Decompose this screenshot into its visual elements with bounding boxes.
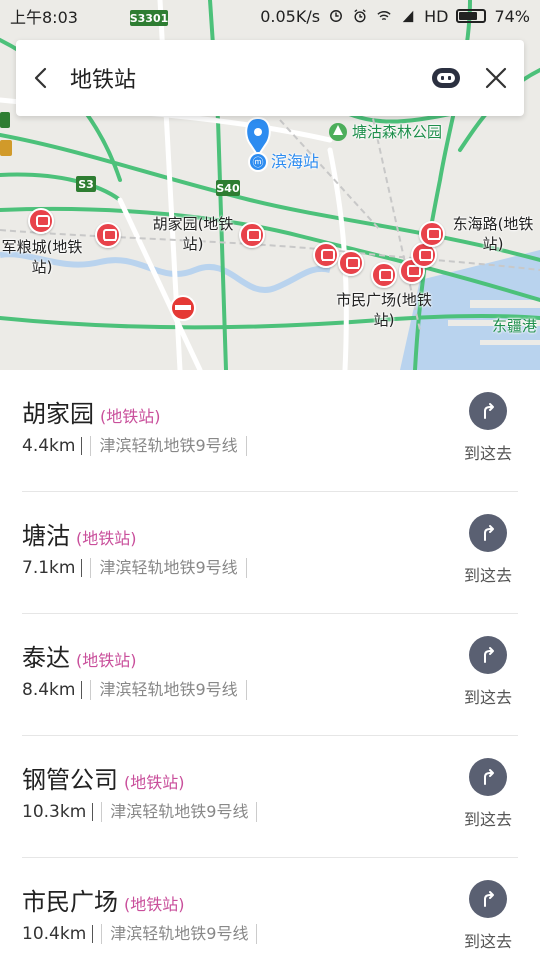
go-there-label: 到这去 (463, 932, 512, 951)
result-item[interactable]: 钢管公司 (地铁站) 10.3km 津滨轻轨地铁9号线 到这去 (0, 736, 540, 858)
metro-line: 津滨轻轨地铁9号线 (101, 802, 258, 822)
go-there-label: 到这去 (463, 444, 512, 463)
alarm-icon (354, 9, 366, 23)
route-icon (469, 392, 507, 430)
battery-icon (456, 9, 487, 23)
station-name: 胡家园 (22, 400, 94, 428)
station-tag: (地铁站) (76, 651, 137, 670)
station-distance: 4.4km (22, 436, 76, 456)
map-label-park: 塘沽森林公园 (352, 123, 443, 141)
status-time: 上午8:03 (10, 8, 78, 27)
shield-s3-label: S3 (78, 178, 94, 191)
station-name: 泰达 (22, 644, 70, 672)
go-there-button[interactable]: 到这去 (458, 636, 518, 708)
sync-icon (330, 10, 343, 22)
station-distance: 7.1km (22, 558, 76, 578)
chevron-left-icon (34, 67, 47, 89)
metro-station-icon[interactable] (95, 222, 121, 248)
go-there-button[interactable]: 到这去 (458, 392, 518, 464)
metro-station-icon[interactable] (28, 208, 54, 234)
map-label-binhai: 滨海站 (271, 152, 320, 171)
divider (92, 803, 94, 821)
close-button[interactable] (468, 40, 524, 116)
wifi-icon (377, 11, 391, 21)
station-tag: (地铁站) (100, 407, 161, 426)
status-speed: 0.05K/s (260, 6, 321, 26)
station-name: 市民广场 (22, 888, 118, 916)
map-label-dongjiang: 东疆港 (492, 317, 538, 335)
robot-icon (432, 68, 460, 88)
signal-icon (402, 10, 414, 23)
station-tag: (地铁站) (76, 529, 137, 548)
divider (92, 925, 94, 943)
divider (81, 681, 83, 699)
go-there-button[interactable]: 到这去 (458, 880, 518, 952)
metro-station-icon[interactable] (371, 262, 397, 288)
metro-station-icon[interactable] (419, 221, 445, 247)
metro-station-icon[interactable] (338, 250, 364, 276)
station-tag: (地铁站) (124, 895, 185, 914)
divider (81, 437, 83, 455)
metro-line: 津滨轻轨地铁9号线 (90, 558, 247, 578)
map-label-hujiayuan: 胡家园(地铁站) (152, 215, 234, 253)
result-item[interactable]: 塘沽 (地铁站) 7.1km 津滨轻轨地铁9号线 到这去 (0, 492, 540, 614)
close-icon (485, 67, 507, 89)
shield-s40-label: S40 (216, 182, 240, 195)
result-item[interactable]: 泰达 (地铁站) 8.4km 津滨轻轨地铁9号线 到这去 (0, 614, 540, 736)
search-bar: 地铁站 (16, 40, 524, 116)
metro-line: 津滨轻轨地铁9号线 (90, 680, 247, 700)
station-name: 塘沽 (22, 522, 70, 550)
route-icon (469, 636, 507, 674)
station-name: 钢管公司 (22, 766, 118, 794)
result-item[interactable]: 胡家园 (地铁站) 4.4km 津滨轻轨地铁9号线 到这去 (0, 370, 540, 492)
svg-text:ⓜ: ⓜ (253, 156, 264, 169)
map-label-shiminguangchang: 市民广场(地铁站) (336, 291, 432, 329)
metro-line: 津滨轻轨地铁9号线 (101, 924, 258, 944)
station-distance: 10.3km (22, 802, 87, 822)
route-icon (469, 758, 507, 796)
result-list: 胡家园 (地铁站) 4.4km 津滨轻轨地铁9号线 到这去 塘沽 (地铁站) 7… (0, 370, 540, 960)
metro-line: 津滨轻轨地铁9号线 (90, 436, 247, 456)
location-pin-icon: ⓜ (245, 116, 271, 172)
go-there-label: 到这去 (463, 688, 512, 707)
map-label-junliangcheng: 军粮城(地铁站) (1, 238, 83, 276)
station-distance: 10.4km (22, 924, 87, 944)
result-item[interactable]: 市民广场 (地铁站) 10.4km 津滨轻轨地铁9号线 到这去 (0, 858, 540, 960)
divider (81, 559, 83, 577)
status-battery: 74% (494, 6, 530, 26)
go-there-button[interactable]: 到这去 (458, 758, 518, 830)
no-entry-icon (170, 295, 196, 321)
search-input[interactable]: 地铁站 (66, 62, 424, 94)
station-tag: (地铁站) (124, 773, 185, 792)
route-icon (469, 514, 507, 552)
back-button[interactable] (16, 40, 66, 116)
park-icon (329, 123, 347, 141)
status-network: HD (424, 6, 449, 26)
route-icon (469, 880, 507, 918)
status-bar: 上午8:03 0.05K/s HD 74% (0, 0, 540, 32)
go-there-label: 到这去 (463, 566, 512, 585)
go-there-button[interactable]: 到这去 (458, 514, 518, 586)
station-distance: 8.4km (22, 680, 76, 700)
go-there-label: 到这去 (463, 810, 512, 829)
voice-assistant-button[interactable] (424, 40, 468, 116)
map-label-donghailu: 东海路(地铁站) (452, 215, 534, 253)
metro-station-icon[interactable] (313, 242, 339, 268)
